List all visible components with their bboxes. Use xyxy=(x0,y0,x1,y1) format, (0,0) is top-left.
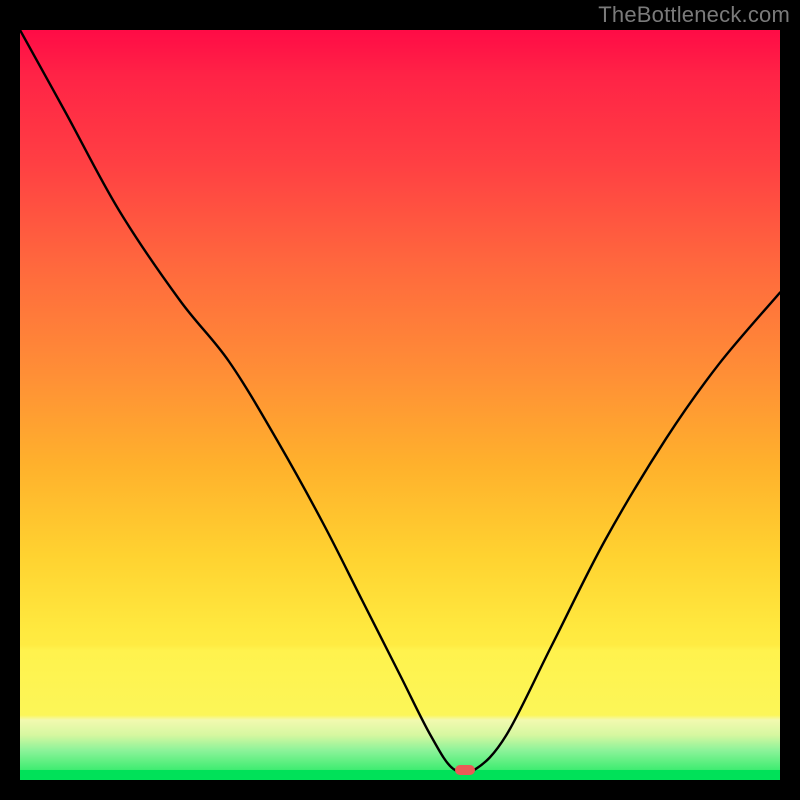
optimal-point-marker xyxy=(455,765,475,775)
watermark-text: TheBottleneck.com xyxy=(598,2,790,28)
chart-frame: TheBottleneck.com xyxy=(0,0,800,800)
plot-area xyxy=(20,30,780,780)
bottleneck-curve xyxy=(20,30,780,780)
